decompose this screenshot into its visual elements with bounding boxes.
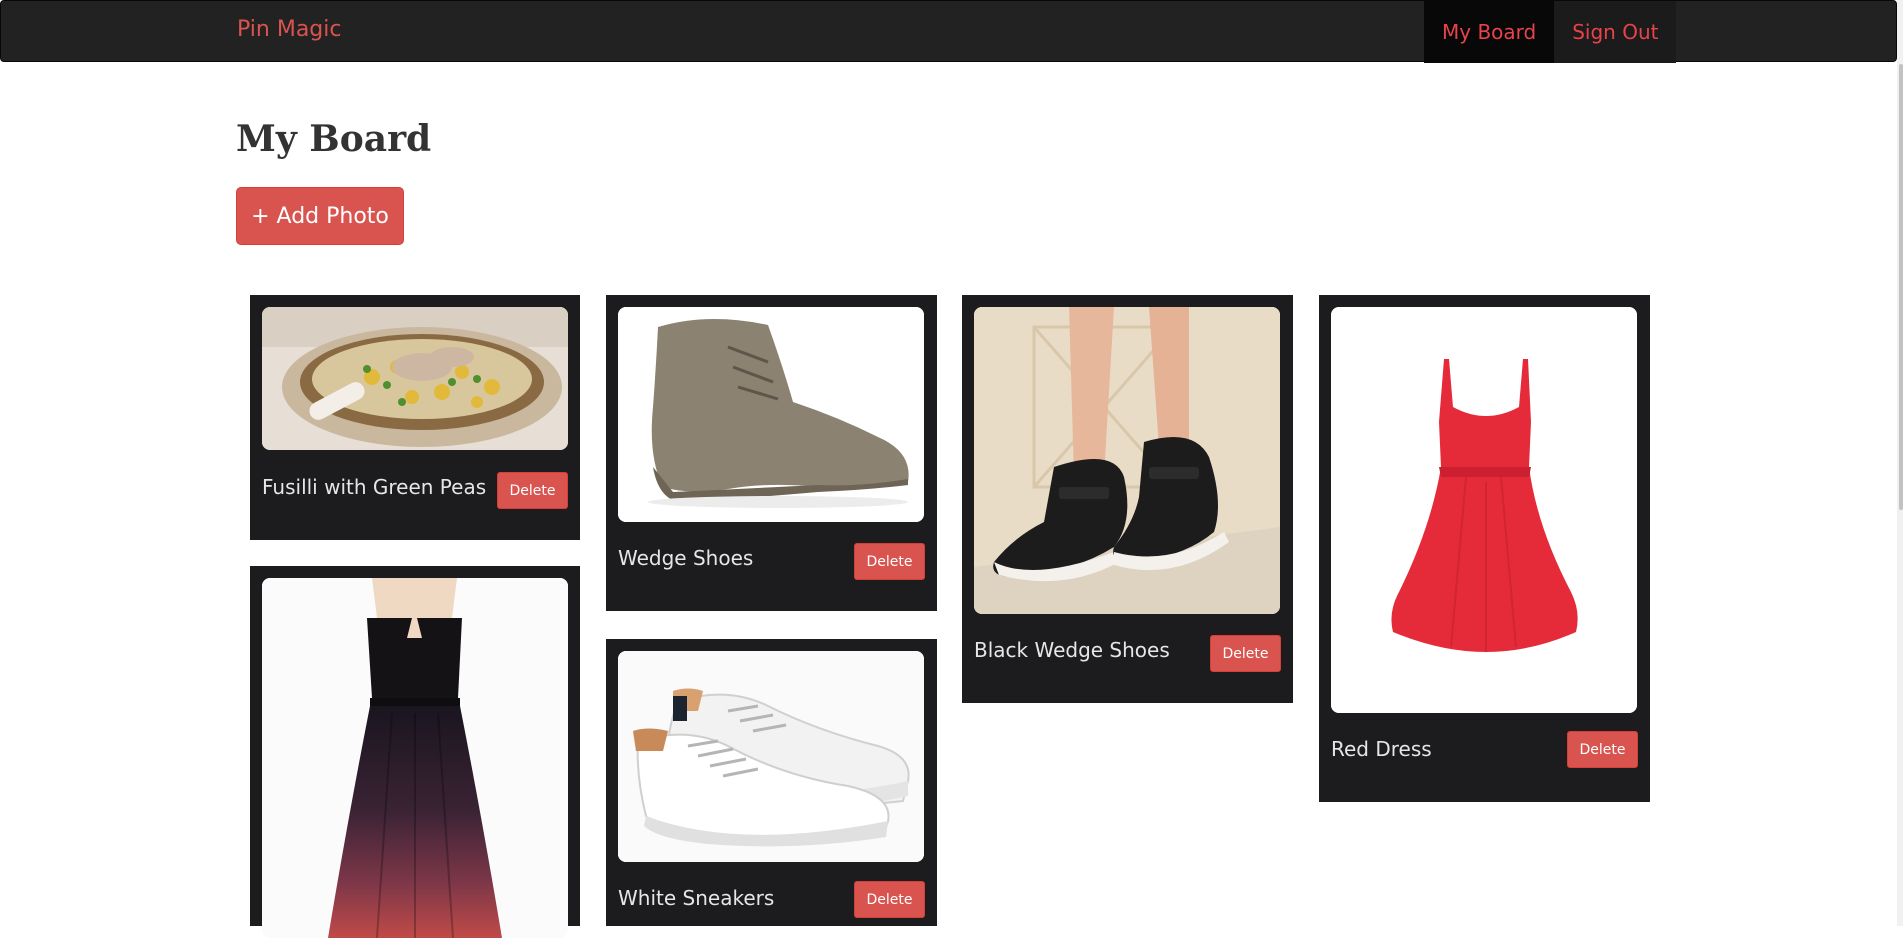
pin-image [1331,307,1637,713]
pin-card: Fusilli with Green Peas Delete [250,295,580,540]
pin-card: White Sneakers Delete [606,639,937,926]
pin-image [262,578,568,938]
brand-link[interactable]: Pin Magic [237,17,341,42]
pin-image [262,307,568,450]
navbar: Pin Magic My Board Sign Out [0,0,1897,63]
nav-links: My Board Sign Out [1424,1,1677,63]
add-photo-button[interactable]: + Add Photo [236,187,404,245]
pin-card: Wedge Shoes Delete [606,295,937,611]
delete-button[interactable]: Delete [1567,731,1638,768]
pin-caption: White Sneakers [618,886,775,910]
pin-caption: Red Dress [1331,737,1432,761]
pin-image [618,307,924,522]
delete-button[interactable]: Delete [854,881,925,918]
nav-my-board[interactable]: My Board [1424,1,1555,63]
scrollbar-thumb[interactable] [1899,64,1903,510]
pin-card: Red Dress Delete [1319,295,1650,802]
pin-caption: Black Wedge Shoes [974,638,1170,662]
pin-caption: Wedge Shoes [618,546,754,570]
nav-sign-out[interactable]: Sign Out [1554,1,1677,63]
delete-button[interactable]: Delete [497,472,568,509]
delete-button[interactable]: Delete [854,543,925,580]
pin-card [250,566,580,938]
pin-image [618,651,924,862]
delete-button[interactable]: Delete [1210,635,1281,672]
pin-card: Black Wedge Shoes Delete [962,295,1293,703]
pin-caption: Fusilli with Green Peas [262,475,487,499]
page-title: My Board [236,118,432,160]
page-scrollbar[interactable] [1897,0,1903,926]
pin-image [974,307,1280,614]
